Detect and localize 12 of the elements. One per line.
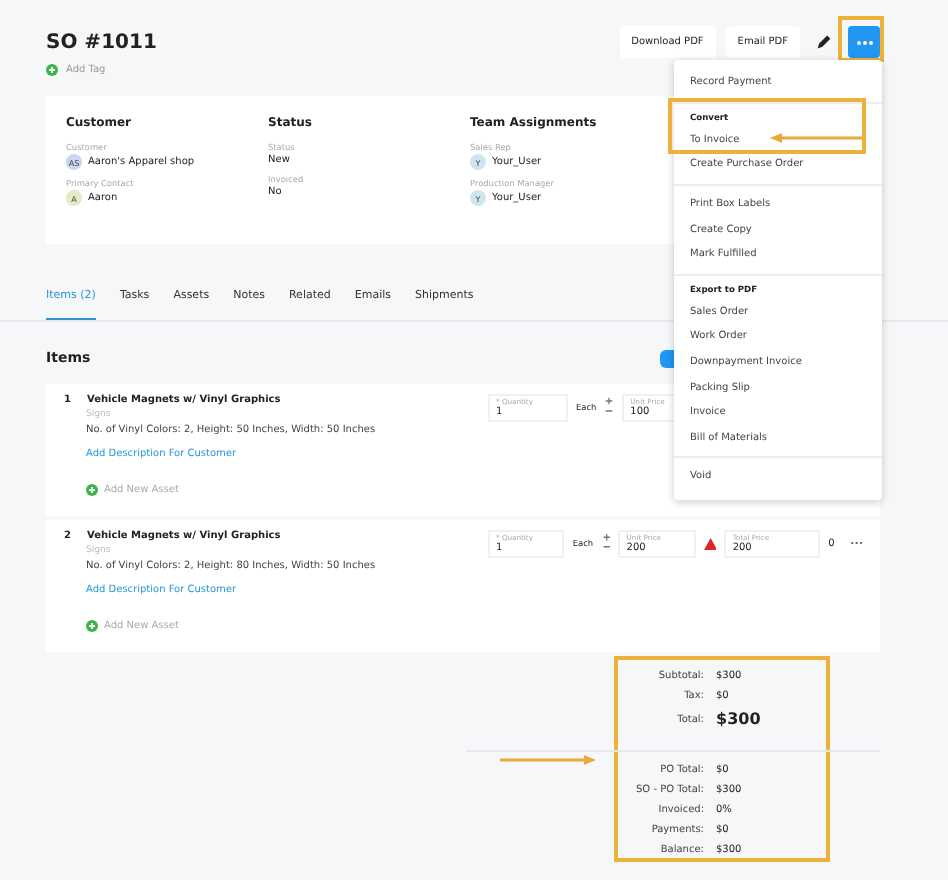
order-title: SO #1011: [46, 31, 157, 53]
total-value: $300: [716, 710, 761, 728]
add-icon[interactable]: [46, 64, 58, 76]
add-icon[interactable]: [86, 484, 98, 496]
more-button[interactable]: [848, 26, 880, 58]
more-icon: [855, 39, 873, 45]
stepper-icon[interactable]: [601, 532, 611, 552]
annotation-arrow: [770, 132, 862, 144]
annotation-arrow: [500, 754, 596, 766]
add-icon[interactable]: [86, 620, 98, 632]
pencil-icon[interactable]: [816, 34, 832, 50]
stepper-icon[interactable]: [604, 396, 615, 416]
